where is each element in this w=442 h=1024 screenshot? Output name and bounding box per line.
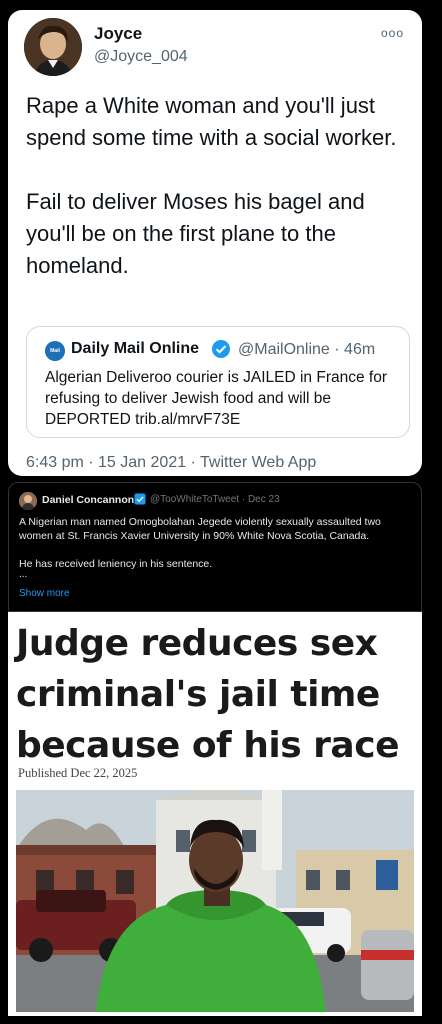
article-headline: Judge reduces sex criminal's jail time b… — [16, 623, 399, 766]
quoted-tweet[interactable]: Mail Online Daily Mail Online @MailOnlin… — [26, 326, 410, 438]
article-photo — [16, 790, 414, 1012]
more-dots-icon[interactable]: ooo — [381, 26, 404, 40]
username[interactable]: @Joyce_004 — [94, 48, 188, 66]
username[interactable]: @TooWhiteToTweet · Dec 23 — [150, 494, 280, 505]
post-text: A Nigerian man named Omogbolahan Jegede … — [19, 515, 414, 585]
quoted-display-name: Daily Mail Online — [71, 340, 200, 357]
tweet-card: Joyce @Joyce_004 ooo Rape a White woman … — [8, 10, 422, 476]
article-screenshot: Judge reduces sex criminal's jail time b… — [8, 612, 422, 1016]
verified-badge-icon — [212, 340, 230, 358]
ellipsis: ... — [19, 569, 28, 580]
post-paragraph: He has received leniency in his sentence… — [19, 558, 213, 570]
tweet-text: Rape a White woman and you'll just spend… — [26, 93, 397, 278]
mailonline-logo-icon: Mail Online — [45, 341, 65, 374]
dark-post: Daniel Concannon @TooWhiteToTweet · Dec … — [8, 482, 422, 612]
display-name[interactable]: Daniel Concannon — [42, 494, 134, 506]
avatar[interactable] — [24, 18, 82, 76]
avatar[interactable] — [19, 492, 37, 510]
verified-badge-icon — [134, 493, 146, 505]
published-date: Published Dec 22, 2025 — [18, 766, 138, 780]
timestamp[interactable]: 6:43 pm · 15 Jan 2021 · Twitter Web App — [26, 454, 316, 472]
quoted-username: @MailOnline · 46m — [238, 341, 376, 358]
quoted-text: Algerian Deliveroo courier is JAILED in … — [45, 369, 387, 428]
display-name[interactable]: Joyce — [94, 24, 142, 44]
show-more-link[interactable]: Show more — [19, 588, 70, 599]
post-paragraph: A Nigerian man named Omogbolahan Jegede … — [19, 516, 381, 542]
